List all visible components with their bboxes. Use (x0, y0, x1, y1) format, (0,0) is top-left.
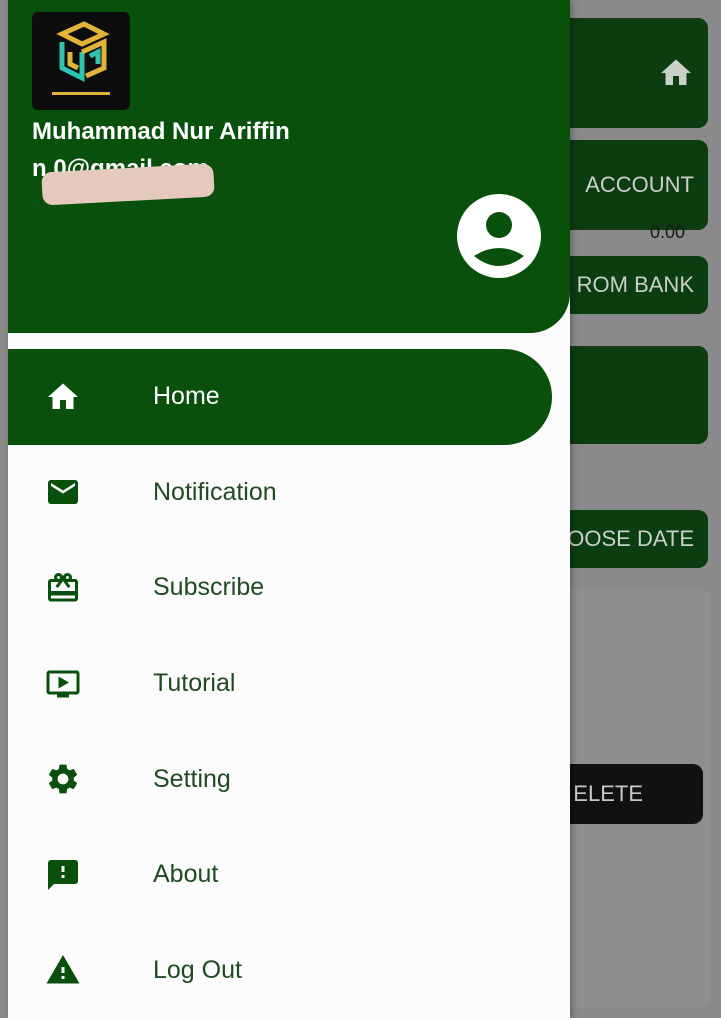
background-green-card (560, 346, 708, 444)
background-delete-button: ELETE (560, 764, 703, 824)
menu-item-home[interactable]: Home (8, 349, 552, 445)
menu-item-label: Tutorial (153, 669, 236, 698)
feedback-icon (43, 855, 83, 895)
navigation-drawer: Muhammad Nur Ariffin n 0@gmail.com Home … (8, 0, 570, 1018)
menu-item-logout[interactable]: Log Out (8, 923, 570, 1018)
home-icon (661, 59, 691, 85)
background-balance: 0.00 (650, 222, 686, 242)
menu-item-label: Home (153, 382, 220, 411)
menu-item-setting[interactable]: Setting (8, 731, 570, 827)
gear-icon (43, 759, 83, 799)
menu-item-notification[interactable]: Notification (8, 445, 570, 541)
background-account-card: ACCOUNT (560, 140, 708, 230)
background-bank-card: ROM BANK (560, 256, 708, 314)
drawer-menu: Home Notification Subscribe Tutorial Set… (8, 349, 570, 1018)
warning-icon (43, 950, 83, 990)
drawer-header: Muhammad Nur Ariffin n 0@gmail.com (8, 0, 570, 333)
background-delete-label: ELETE (573, 781, 643, 806)
user-name: Muhammad Nur Ariffin (32, 118, 290, 145)
menu-item-label: Subscribe (153, 573, 265, 602)
play-screen-icon (43, 664, 83, 704)
menu-item-about[interactable]: About (8, 827, 570, 923)
card-giftcard-icon (43, 568, 83, 608)
account-circle-icon[interactable] (457, 194, 541, 278)
background-bank-label: ROM BANK (576, 272, 694, 297)
background-date-card: OOSE DATE (560, 510, 708, 568)
menu-item-label: Log Out (153, 955, 242, 984)
background-date-label: OOSE DATE (567, 526, 694, 551)
app-logo (32, 12, 130, 110)
menu-item-subscribe[interactable]: Subscribe (8, 540, 570, 636)
background-account-label: ACCOUNT (585, 172, 694, 197)
background-home-card (560, 18, 708, 128)
menu-item-label: Notification (153, 477, 277, 506)
home-icon (43, 377, 83, 417)
menu-item-label: Setting (153, 764, 231, 793)
menu-item-label: About (153, 860, 219, 889)
menu-item-tutorial[interactable]: Tutorial (8, 636, 570, 732)
mail-icon (43, 472, 83, 512)
